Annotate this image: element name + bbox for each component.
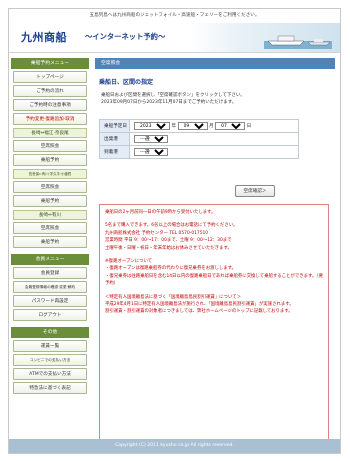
sidebar-item-booking-3[interactable]: 乗船予約 — [13, 236, 87, 248]
sidebar-section-nagasaki-fukue: 長崎⇔福江·奈良尾 — [13, 128, 87, 138]
arrival-label: 到着港 — [99, 145, 130, 159]
footer-copyright: Copyright (C) 2011 kyusho co.jp All righ… — [9, 439, 340, 453]
sidebar-item-member-info[interactable]: 会員登録情報の確認·変更·解約 — [13, 281, 87, 293]
notice-2: 5名まで購入できます。6名以上の場合はお電話にて予約ください。 九州商船株式会社… — [105, 223, 238, 251]
year-select[interactable]: 2023 — [134, 122, 170, 130]
notice-1: 乗船日の2ヶ月前同一日の午前9時から受付いたします。 — [105, 210, 216, 215]
sidebar-section-sasebo: 佐世保⇔有川·宇久平·小値賀 — [13, 169, 87, 179]
sidebar-item-availability-1[interactable]: 空席照会 — [13, 140, 87, 152]
section-head: 空席照会 — [95, 58, 335, 69]
month-select[interactable]: 09 — [177, 122, 208, 130]
day-unit: 日 — [246, 124, 252, 129]
instruction-1: 乗船日および区間を選択し「空席確認ボタン」をクリックして下さい。 — [101, 93, 245, 98]
page-subtitle: 〜インターネット予約〜 — [85, 32, 166, 41]
top-note: 五島列島へは九州商船のジェットフォイル・高速船・フェリーをご利用ください。 — [89, 13, 260, 18]
arrival-select[interactable]: ---選択--- — [134, 148, 168, 156]
date-label: 乗船予定日 — [99, 119, 130, 133]
year-unit: 年 — [171, 124, 177, 129]
availability-check-button[interactable]: 空席確認＞ — [235, 185, 275, 197]
page-frame: 五島列島へは九州商船のジェットフォイル・高速船・フェリーをご利用ください。 九州… — [8, 8, 341, 454]
logo[interactable]: 九州商船 — [21, 29, 67, 45]
sidebar: 乗船予約メニュー トップページ ご予約の流れ ご予約時の注意事項 予約変更·復路… — [11, 56, 89, 396]
sidebar-member-title: 会員メニュー — [11, 254, 89, 265]
sidebar-item-password-reset[interactable]: パスワード再設定 — [13, 295, 87, 307]
ship-image — [264, 35, 332, 49]
notice-4: ＜特定有人国境離島法に基づく「国境離島島民割引運賃」について＞ 平成29年4月1… — [105, 294, 294, 315]
sidebar-item-register[interactable]: 会員登録 — [13, 267, 87, 279]
main-content: 空席照会 乗船日、区間の指定 乗船日および区間を選択し「空席確認ボタン」をクリッ… — [95, 56, 335, 444]
month-unit: 月 — [209, 124, 214, 129]
instruction-2: 2023年09月07日から2023年11月07日までご予約いただけます。 — [101, 100, 237, 105]
sidebar-item-notes[interactable]: ご予約時の注意事項 — [13, 99, 87, 111]
sidebar-item-fares[interactable]: 運賃一覧 — [13, 340, 87, 352]
sidebar-other-title: その他 — [11, 327, 89, 338]
site-header: 九州商船 〜インターネット予約〜 — [9, 23, 340, 53]
sidebar-item-convenience-pay[interactable]: コンビニでの支払い方法 — [13, 354, 87, 366]
sidebar-item-change-cancel[interactable]: 予約変更·復路追加·取消 — [13, 113, 87, 125]
sidebar-item-logout[interactable]: ログアウト — [13, 309, 87, 321]
sidebar-menu-title: 乗船予約メニュー — [11, 58, 89, 69]
sidebar-section-nagasaki-arikawa: 長崎⇔有川 — [13, 210, 87, 220]
search-form: 乗船予定日 2023 年 09 月 07 日 出発港 ---選択--- 到着港 … — [99, 119, 299, 159]
sidebar-item-top[interactable]: トップページ — [13, 71, 87, 83]
notice-box: 乗船日の2ヶ月前同一日の午前9時から受付いたします。 5名まで購入できます。6名… — [99, 204, 329, 444]
sidebar-item-legal[interactable]: 特急法に基づく表記 — [13, 382, 87, 394]
day-select[interactable]: 07 — [215, 122, 246, 130]
sidebar-item-booking-2[interactable]: 乗船予約 — [13, 195, 87, 207]
sidebar-item-booking-1[interactable]: 乗船予約 — [13, 154, 87, 166]
departure-label: 出発港 — [99, 132, 130, 146]
sidebar-item-atm-pay[interactable]: ATMでの支払い方法 — [13, 368, 87, 380]
sidebar-item-availability-3[interactable]: 空席照会 — [13, 222, 87, 234]
sidebar-item-availability-2[interactable]: 空席照会 — [13, 181, 87, 193]
notice-3: ※復路オープンについて ・復路オープンは復路乗船券の代わりに復兄乗券をお渡ししま… — [105, 259, 323, 287]
page-title: 乗船日、区間の指定 — [99, 79, 154, 86]
sidebar-item-flow[interactable]: ご予約の流れ — [13, 85, 87, 97]
departure-select[interactable]: ---選択--- — [134, 135, 168, 143]
